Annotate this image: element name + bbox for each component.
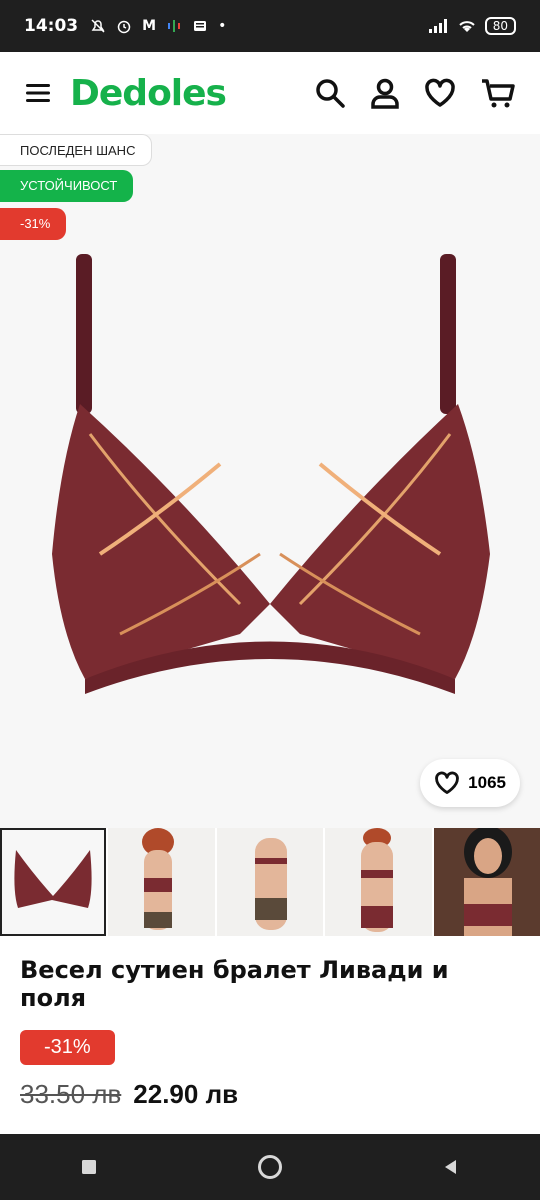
thumbnail-2[interactable]	[108, 828, 215, 936]
user-icon[interactable]	[370, 77, 400, 109]
heart-icon	[435, 771, 459, 794]
product-info: Весел сутиен бралет Ливади и поля -31% 3…	[0, 938, 540, 1134]
thumbnail-4[interactable]	[325, 828, 432, 936]
header-actions	[314, 77, 516, 109]
status-bar: 14:03 M • 80	[0, 0, 540, 52]
discount-label: -31%	[20, 1030, 115, 1065]
battery-indicator: 80	[484, 17, 516, 35]
product-image	[0, 134, 540, 828]
podcast-icon	[168, 20, 181, 32]
alarm-icon	[117, 20, 131, 34]
thumbnail-1[interactable]	[0, 828, 107, 936]
wishlist-button[interactable]: 1065	[420, 759, 520, 807]
status-icons-right: 80	[428, 17, 516, 35]
nav-square-icon[interactable]	[79, 1157, 99, 1177]
last-chance-badge: ПОСЛЕДЕН ШАНС	[0, 134, 153, 166]
gmail-icon: M	[142, 18, 157, 34]
cart-icon[interactable]	[480, 77, 516, 109]
system-nav-bar	[0, 1134, 540, 1200]
discount-badge: -31%	[0, 208, 67, 240]
site-header: Dedoles	[0, 52, 540, 134]
wifi-icon	[459, 21, 475, 32]
signal-icon	[428, 19, 447, 33]
likes-count: 1065	[468, 773, 506, 792]
status-time: 14:03	[24, 16, 79, 36]
nav-back-icon[interactable]	[441, 1157, 461, 1177]
dot-icon: •	[218, 18, 227, 34]
status-icons-left: M •	[90, 18, 226, 34]
price-row: 33.50 лв 22.90 лв	[20, 1079, 520, 1110]
product-title: Весел сутиен бралет Ливади и поля	[20, 956, 449, 1012]
brand-logo[interactable]: Dedoles	[70, 73, 227, 114]
sustainability-badge: УСТОЙЧИВОСТ	[0, 170, 134, 202]
heart-icon[interactable]	[424, 78, 456, 108]
current-price: 22.90 лв	[133, 1079, 239, 1109]
model-back-image	[216, 828, 324, 936]
product-thumbnail-image	[2, 830, 105, 934]
model-front-image	[108, 828, 215, 936]
thumbnail-5[interactable]	[433, 828, 540, 936]
mute-icon	[91, 19, 105, 33]
thumbnail-3[interactable]	[216, 828, 324, 936]
thumbnail-strip	[0, 828, 540, 938]
nav-home-icon[interactable]	[256, 1153, 284, 1181]
old-price: 33.50 лв	[20, 1079, 122, 1109]
menu-icon[interactable]	[24, 81, 52, 105]
search-icon[interactable]	[314, 77, 346, 109]
model-closeup-image	[433, 828, 540, 936]
product-image-gallery[interactable]: ПОСЛЕДЕН ШАНС УСТОЙЧИВОСТ -31% 1065	[0, 134, 540, 828]
news-icon	[194, 21, 207, 31]
model-back-image-2	[325, 828, 432, 936]
